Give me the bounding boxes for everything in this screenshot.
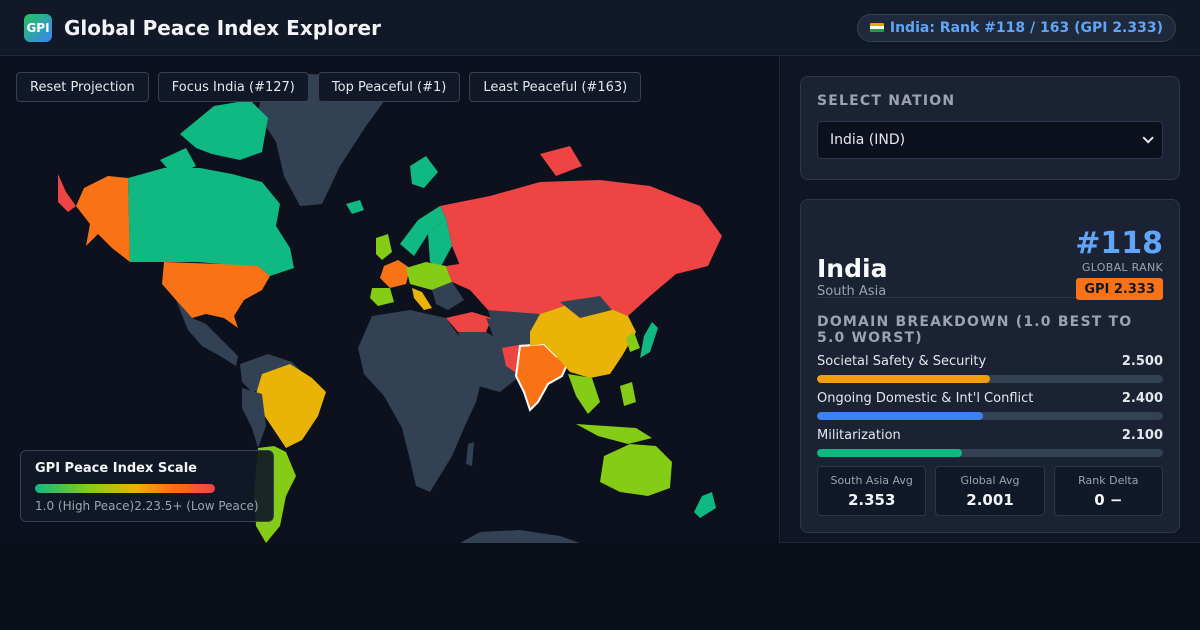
focus-india-button[interactable]: Focus India (#127) [157, 72, 309, 102]
country-new-zealand[interactable] [694, 492, 716, 518]
gpi-score-badge: GPI 2.333 [1076, 278, 1163, 300]
metric-fill [817, 375, 990, 383]
country-australia[interactable] [600, 444, 672, 496]
metric-track [817, 375, 1163, 383]
metric-track [817, 412, 1163, 420]
domain-breakdown-title: DOMAIN BREAKDOWN (1.0 BEST TO 5.0 WORST) [817, 314, 1133, 346]
stat-global-avg: Global Avg 2.001 [935, 466, 1045, 516]
app-logo: GPI [24, 13, 52, 42]
global-rank-label: GLOBAL RANK [1081, 261, 1163, 274]
country-detail-card: India South Asia #118 GLOBAL RANK GPI 2.… [800, 199, 1180, 533]
country-alaska[interactable] [76, 176, 130, 262]
country-philippines[interactable] [620, 382, 636, 406]
country-russia-islands[interactable] [540, 146, 582, 176]
stat-label: Global Avg [960, 473, 1020, 487]
country-region: South Asia [817, 284, 887, 299]
country-name: India [817, 254, 888, 283]
gpi-legend: GPI Peace Index Scale 1.0 (High Peace) 2.… [20, 450, 274, 522]
legend-gradient-bar [35, 484, 215, 493]
country-alaska-tip[interactable] [58, 174, 76, 212]
details-sidebar: SELECT NATION India (IND) India South As… [780, 56, 1200, 543]
stat-label: Rank Delta [1078, 473, 1139, 487]
selected-country-summary: India: Rank #118 / 163 (GPI 2.333) [889, 19, 1163, 36]
map-controls: Reset Projection Focus India (#127) Top … [16, 72, 642, 102]
stat-south-asia-avg: South Asia Avg 2.353 [817, 466, 927, 516]
metric-label: Ongoing Domestic & Int'l Conflict [817, 391, 1034, 406]
country-japan[interactable] [640, 322, 658, 358]
country-canada[interactable] [128, 168, 294, 276]
legend-title: GPI Peace Index Scale [35, 461, 197, 476]
metric-conflict: Ongoing Domestic & Int'l Conflict 2.400 [817, 391, 1163, 420]
chevron-down-icon [1142, 132, 1154, 144]
country-svalbard[interactable] [410, 156, 438, 188]
legend-labels: 1.0 (High Peace) 2.2 3.5+ (Low Peace) [35, 499, 259, 513]
metric-fill [817, 449, 963, 457]
metric-track [817, 449, 1163, 457]
reset-projection-button[interactable]: Reset Projection [16, 72, 149, 102]
app-title: Global Peace Index Explorer [64, 15, 381, 40]
domain-metrics: Societal Safety & Security 2.500 Ongoing… [817, 354, 1163, 457]
country-iceland[interactable] [346, 200, 364, 214]
selected-country-badge: India: Rank #118 / 163 (GPI 2.333) [856, 13, 1176, 42]
country-header: India South Asia #118 GLOBAL RANK GPI 2.… [817, 216, 1163, 300]
country-canada-islands[interactable] [180, 100, 268, 160]
country-france[interactable] [380, 260, 410, 288]
legend-low-label: 1.0 (High Peace) [35, 499, 135, 513]
antarctica [460, 530, 580, 543]
country-indonesia[interactable] [576, 424, 652, 444]
country-italy[interactable] [412, 288, 432, 310]
stat-label: South Asia Avg [830, 473, 913, 487]
select-nation-label: SELECT NATION [817, 93, 956, 109]
nation-select[interactable]: India (IND) [817, 121, 1163, 159]
country-brazil[interactable] [256, 364, 326, 448]
comparison-stats: South Asia Avg 2.353 Global Avg 2.001 Ra… [817, 466, 1163, 516]
metric-label: Societal Safety & Security [817, 354, 987, 369]
app-header: GPI Global Peace Index Explorer India: R… [0, 0, 1200, 56]
metric-militarization: Militarization 2.100 [817, 428, 1163, 457]
stat-value: 2.001 [966, 490, 1014, 509]
legend-high-label: 3.5+ (Low Peace) [153, 499, 259, 513]
country-usa[interactable] [162, 262, 270, 328]
metric-value: 2.500 [1121, 354, 1163, 369]
country-spain[interactable] [370, 288, 394, 306]
metric-label: Militarization [817, 428, 901, 443]
country-madagascar[interactable] [466, 442, 474, 466]
country-uk[interactable] [376, 234, 392, 260]
world-map-panel: Reset Projection Focus India (#127) Top … [0, 56, 780, 543]
legend-mid-label: 2.2 [134, 499, 154, 513]
metric-fill [817, 412, 984, 420]
stat-value: 2.353 [847, 490, 896, 509]
metric-societal-safety: Societal Safety & Security 2.500 [817, 354, 1163, 383]
top-peaceful-button[interactable]: Top Peaceful (#1) [317, 72, 461, 102]
country-southeast-asia[interactable] [568, 374, 600, 414]
metric-value: 2.400 [1121, 391, 1163, 406]
nation-select-card: SELECT NATION India (IND) [800, 76, 1180, 180]
nation-select-value: India (IND) [830, 132, 906, 148]
global-rank-value: #118 [1075, 226, 1163, 261]
india-flag-icon [869, 22, 884, 33]
app-root: GPI Global Peace Index Explorer India: R… [0, 0, 1200, 630]
metric-value: 2.100 [1121, 428, 1163, 443]
stat-value: 0 − [1094, 490, 1123, 509]
stat-rank-delta: Rank Delta 0 − [1053, 466, 1163, 516]
least-peaceful-button[interactable]: Least Peaceful (#163) [469, 72, 642, 102]
